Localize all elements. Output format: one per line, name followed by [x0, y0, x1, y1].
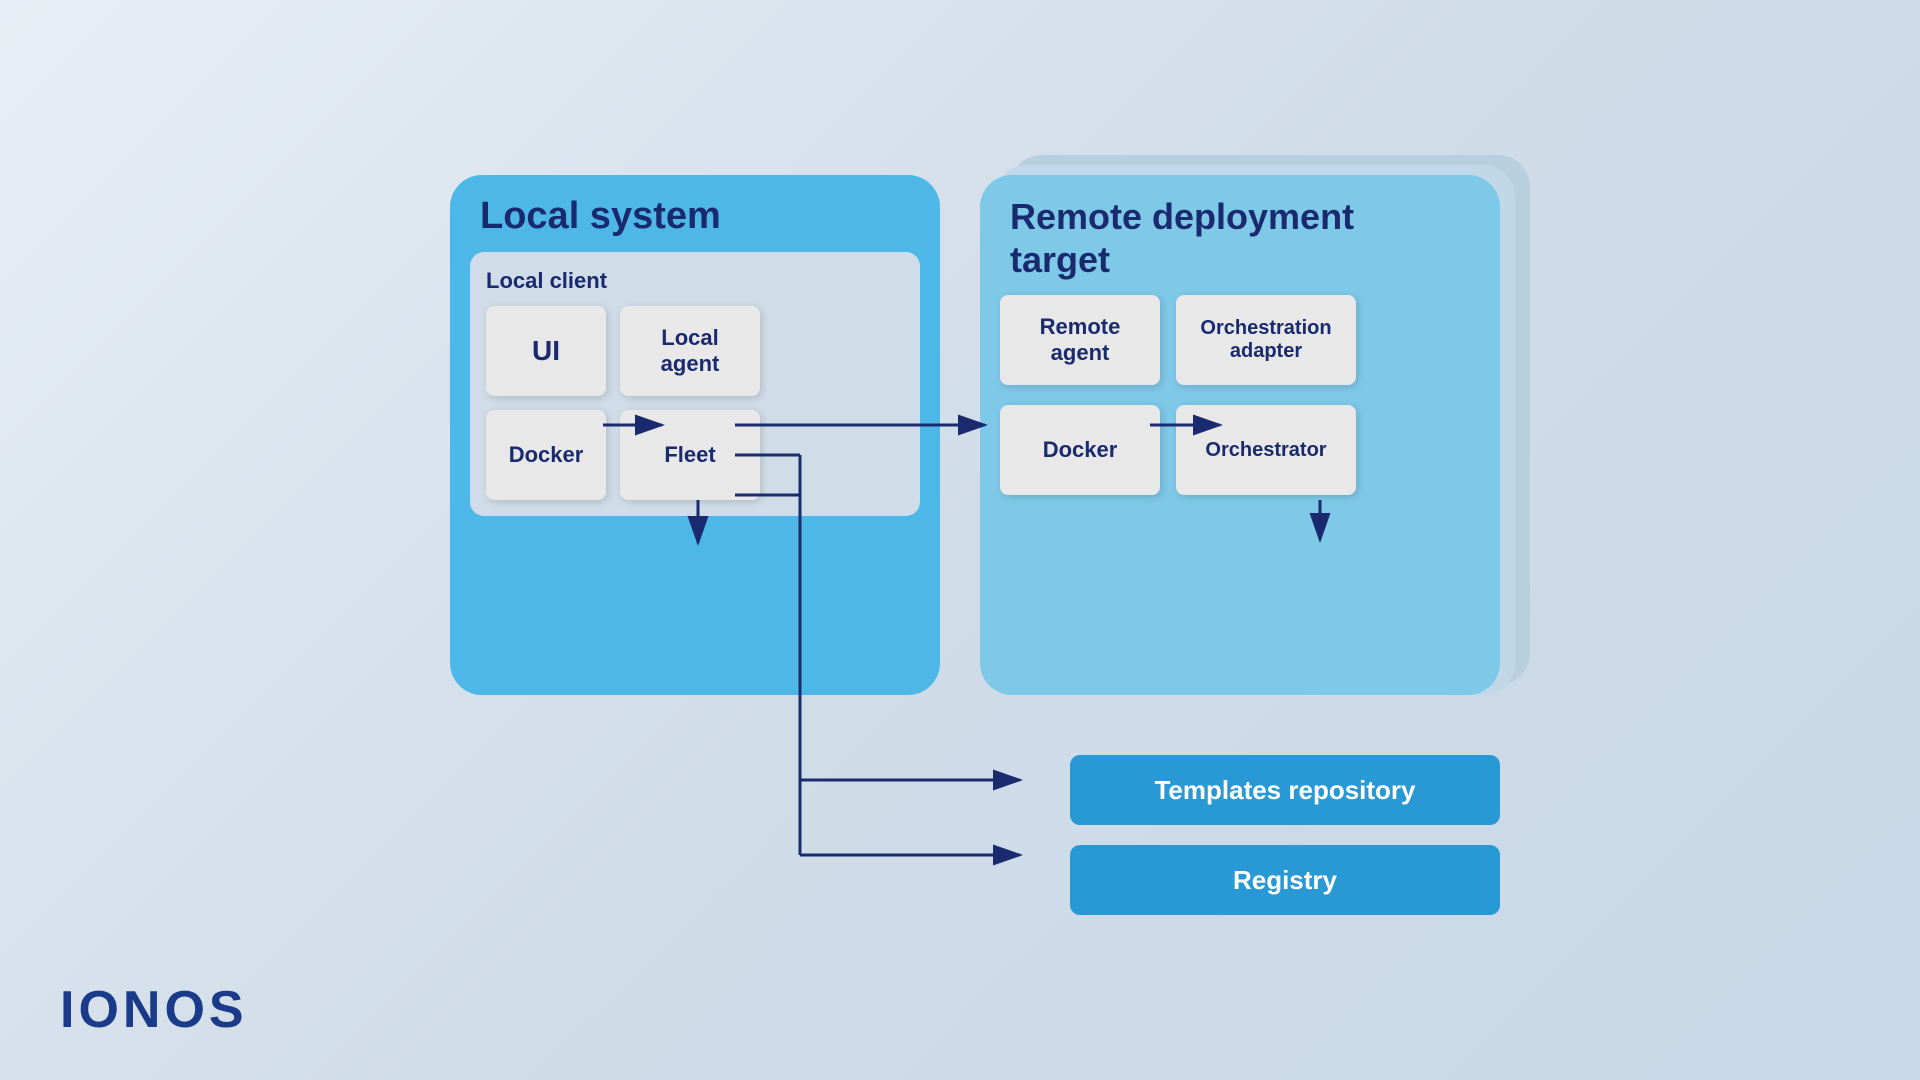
- fleet-box: Fleet: [620, 410, 760, 500]
- remote-agent-label: Remoteagent: [1040, 314, 1121, 366]
- diagram-inner: Local system Local client UI Localagent …: [420, 115, 1520, 935]
- local-client-label: Local client: [486, 268, 904, 294]
- local-bottom-row: Docker Fleet: [486, 410, 904, 516]
- orchestration-adapter-label: Orchestrationadapter: [1200, 317, 1331, 363]
- docker-remote-box: Docker: [1000, 405, 1160, 495]
- ui-box: UI: [486, 306, 606, 396]
- local-agent-label: Localagent: [661, 325, 720, 377]
- remote-agent-box: Remoteagent: [1000, 295, 1160, 385]
- orchestration-adapter-box: Orchestrationadapter: [1176, 295, 1356, 385]
- orchestrator-box: Orchestrator: [1176, 405, 1356, 495]
- remote-system-box: Remote deploymenttarget Remoteagent Orch…: [980, 175, 1500, 695]
- remote-top-row: Remoteagent Orchestrationadapter: [1000, 295, 1480, 385]
- local-system-box: Local system Local client UI Localagent …: [450, 175, 940, 695]
- local-system-title: Local system: [480, 195, 920, 238]
- local-client-row: UI Localagent: [486, 306, 904, 396]
- remote-system-title: Remote deploymenttarget: [1010, 195, 1480, 281]
- ionos-logo: IONOS: [60, 980, 248, 1040]
- registry-box: Registry: [1070, 845, 1500, 915]
- diagram-container: Local system Local client UI Localagent …: [220, 50, 1720, 1000]
- local-client-box: Local client UI Localagent Docker Fleet: [470, 252, 920, 516]
- local-agent-box: Localagent: [620, 306, 760, 396]
- ionos-logo-text: IONOS: [60, 981, 248, 1039]
- remote-bottom-row: Docker Orchestrator: [1000, 405, 1480, 495]
- docker-local-box: Docker: [486, 410, 606, 500]
- templates-repository-box: Templates repository: [1070, 755, 1500, 825]
